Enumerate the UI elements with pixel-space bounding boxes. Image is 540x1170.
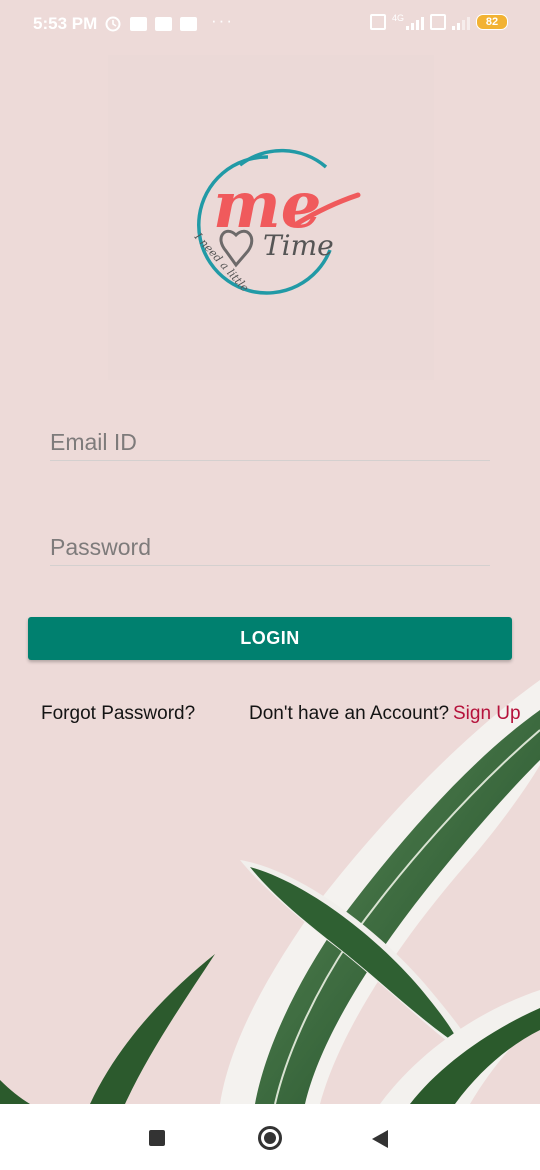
password-field[interactable] (50, 529, 490, 566)
message-icon (155, 17, 172, 31)
recents-icon[interactable] (149, 1130, 165, 1146)
status-system-icons: 4G 82 (369, 13, 508, 30)
plant-leaves-image (0, 680, 540, 1104)
me-time-logo: me Time I need a little (191, 148, 361, 295)
status-notifications: ··· (104, 11, 234, 32)
message-icon (180, 17, 197, 31)
app-logo: me Time I need a little (108, 55, 434, 380)
more-dots-icon: ··· (211, 11, 234, 30)
battery-icon: 82 (476, 14, 508, 30)
alarm-icon (104, 14, 122, 32)
signal-icon (452, 14, 470, 30)
volte-icon (369, 14, 386, 30)
no-account-text: Don't have an Account? (249, 703, 450, 724)
forgot-password-link[interactable]: Forgot Password? (41, 703, 195, 725)
email-field[interactable] (50, 424, 490, 461)
status-time: 5:53 PM (33, 14, 98, 33)
signal-icon (406, 14, 424, 30)
home-icon[interactable] (258, 1126, 282, 1150)
logo-time-text: Time (263, 229, 334, 262)
network-type: 4G (391, 13, 404, 23)
back-icon[interactable] (372, 1130, 388, 1148)
volte-icon (430, 14, 446, 30)
navigation-bar (0, 1104, 540, 1170)
login-button[interactable]: LOGIN (28, 617, 512, 660)
sign-up-link[interactable]: Sign Up (453, 703, 521, 725)
status-bar: 5:53 PM ··· 4G 82 (0, 0, 540, 48)
message-icon (130, 17, 147, 31)
